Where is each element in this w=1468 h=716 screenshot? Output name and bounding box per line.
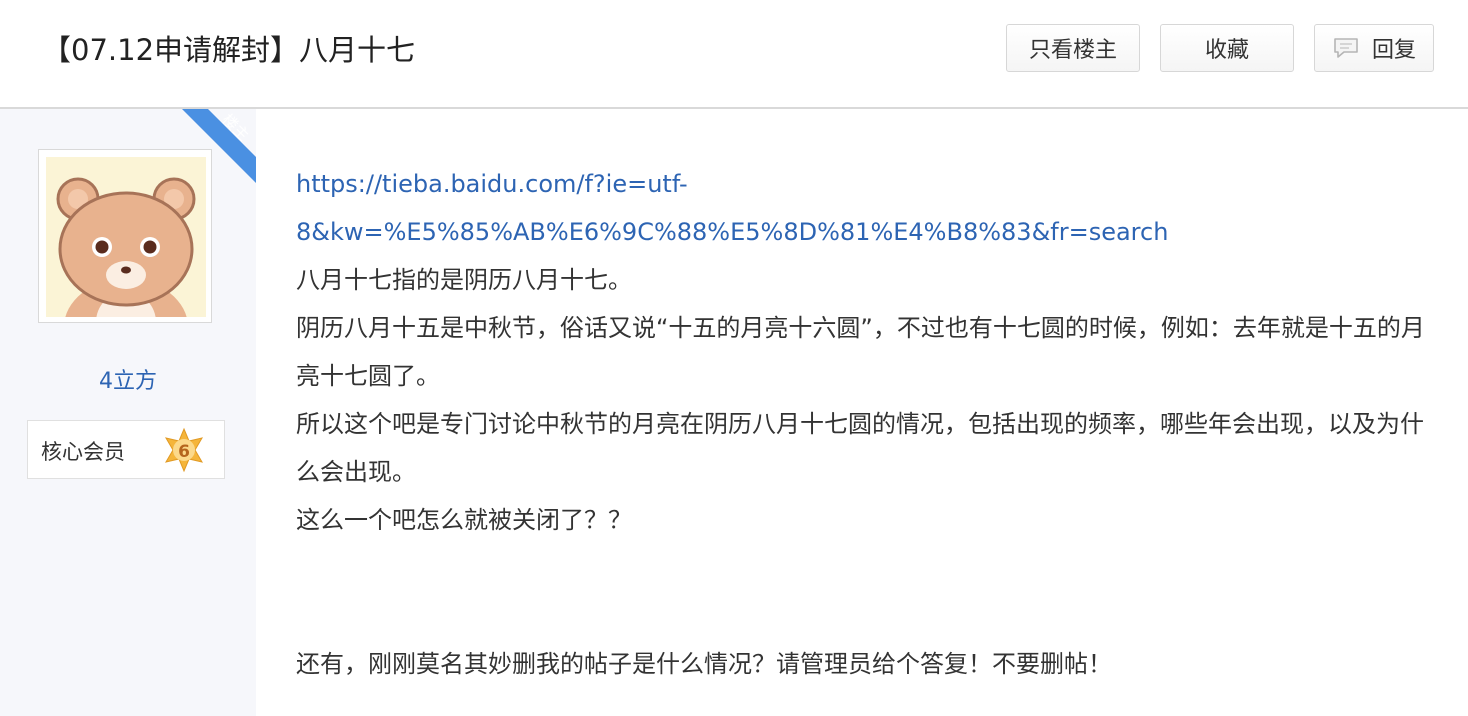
avatar[interactable]: [38, 149, 212, 323]
author-username[interactable]: 4立方: [0, 363, 256, 395]
post-header: 【07.12申请解封】八月十七 只看楼主 收藏 回复: [0, 0, 1468, 109]
thread-title: 【07.12申请解封】八月十七: [42, 33, 416, 67]
tieba-link-line2: 8&kw=%E5%85%AB%E6%9C%88%E5%8D%81%E4%B8%8…: [296, 218, 1169, 246]
post-paragraph: 八月十七指的是阴历八月十七。: [296, 266, 632, 294]
favorite-button[interactable]: 收藏: [1160, 24, 1294, 72]
tieba-link-line1: https://tieba.baidu.com/f?ie=utf-: [296, 170, 688, 198]
level-star-badge: 6: [161, 427, 207, 473]
author-sidebar: 楼主 4立方 核心会员 6: [0, 109, 256, 716]
only-op-button[interactable]: 只看楼主: [1006, 24, 1140, 72]
only-op-label: 只看楼主: [1028, 38, 1117, 63]
favorite-label: 收藏: [1204, 38, 1249, 63]
speech-bubble-icon: [1332, 36, 1360, 60]
post-final-paragraph: 还有，刚刚莫名其妙删我的帖子是什么情况？请管理员给个答复！不要删帖！: [296, 650, 1112, 678]
member-title: 核心会员: [41, 440, 125, 464]
post-paragraph: 阴历八月十五是中秋节，俗话又说“十五的月亮十六圆”，不过也有十七圆的时候，例如：…: [296, 314, 1425, 390]
tieba-link[interactable]: https://tieba.baidu.com/f?ie=utf- 8&kw=%E…: [296, 170, 1168, 246]
reply-label: 回复: [1371, 38, 1416, 63]
level-number: 6: [178, 442, 190, 462]
member-level-box: 核心会员 6: [27, 420, 225, 479]
bear-avatar-image: [46, 157, 206, 317]
reply-button[interactable]: 回复: [1314, 24, 1434, 72]
post-content: https://tieba.baidu.com/f?ie=utf- 8&kw=%E…: [296, 160, 1436, 688]
post-paragraph: 这么一个吧怎么就被关闭了？？: [296, 506, 632, 534]
post-paragraph: 所以这个吧是专门讨论中秋节的月亮在阴历八月十七圆的情况，包括出现的频率，哪些年会…: [296, 410, 1424, 486]
